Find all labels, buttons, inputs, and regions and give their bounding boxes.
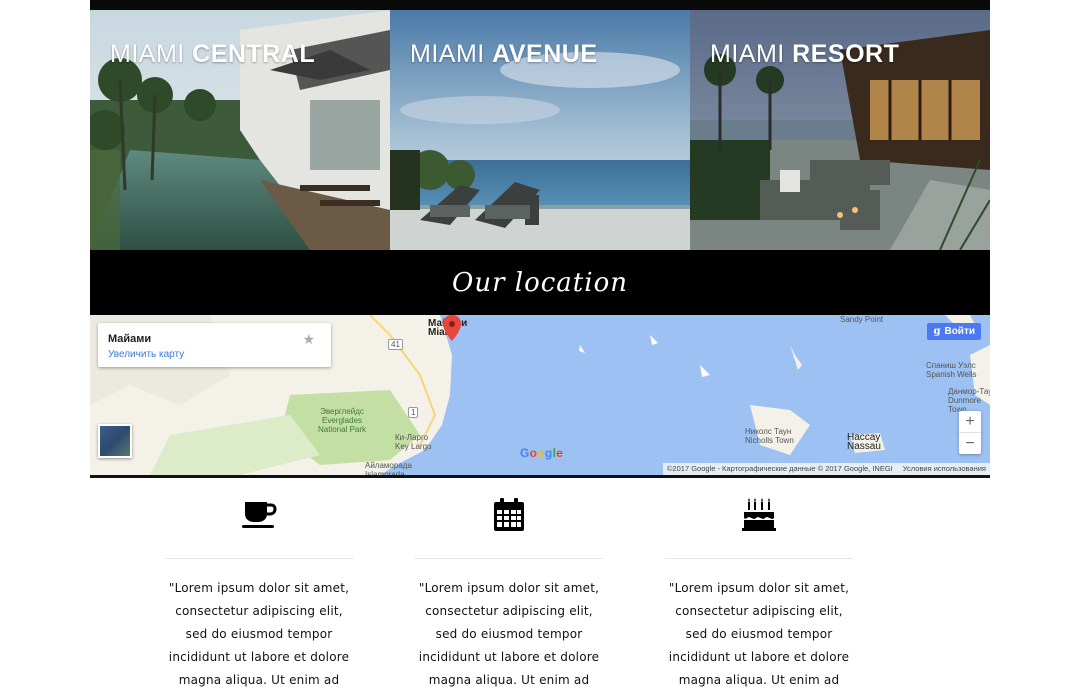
map-label-everglades: Эверглейдс Everglades National Park (318, 407, 367, 434)
road-shield-41: 41 (388, 339, 403, 350)
map-label-islamorada: Айламорада Islamorada (365, 461, 412, 478)
map-signin-button[interactable]: g Войти (927, 323, 981, 340)
hotel-name-label: RESORT (792, 40, 900, 68)
map-label-nicholls-town: Николс Таун Nicholls Town (745, 427, 794, 445)
terms-link[interactable]: Условия использования (903, 464, 986, 473)
hotel-name-label: AVENUE (492, 40, 598, 68)
zoom-in-button[interactable]: + (959, 411, 981, 432)
location-map[interactable]: Майами Miami Эверглейдс Everglades Natio… (90, 315, 990, 478)
enlarge-map-link[interactable]: Увеличить карту (108, 349, 184, 360)
road-shield-1: 1 (408, 407, 419, 418)
hotel-gallery: MIAMI CENTRAL MIAMI AVENUE MIAMI RESORT (90, 10, 990, 250)
calendar-icon (414, 498, 604, 538)
zoom-out-button[interactable]: − (959, 432, 981, 454)
map-attribution: ©2017 Google - Картографические данные ©… (662, 463, 990, 475)
feature-column-calendar: "Lorem ipsum dolor sit amet, consectetur… (414, 478, 604, 692)
google-g-icon: g (933, 326, 941, 337)
signin-label: Войти (944, 326, 975, 337)
hotel-avenue-title: MIAMI AVENUE (410, 40, 598, 69)
top-bar (90, 0, 990, 10)
save-star-icon[interactable]: ★ (302, 331, 315, 348)
feature-column-cake: "Lorem ipsum dolor sit amet, consectetur… (664, 478, 854, 692)
google-logo: Google (520, 446, 564, 460)
hotel-name-label: CENTRAL (192, 40, 316, 68)
hotel-card-resort[interactable]: MIAMI RESORT (690, 10, 990, 250)
coffee-cup-icon (164, 498, 354, 538)
hotel-resort-title: MIAMI RESORT (710, 40, 899, 69)
map-label-nassau: Нассау Nassau (847, 432, 881, 452)
map-label-sandy-point: Sandy Point (840, 315, 884, 324)
hotel-city-label: MIAMI (710, 40, 785, 68)
hotel-city-label: MIAMI (110, 40, 185, 68)
map-label-spanish-wells: Спаниш Уэлс Spanish Wells (926, 361, 977, 379)
feature-column-coffee: "Lorem ipsum dolor sit amet, consectetur… (164, 478, 354, 692)
feature-divider (665, 558, 853, 559)
location-heading-band: Our location (90, 250, 990, 315)
feature-divider (165, 558, 353, 559)
location-heading: Our location (452, 267, 628, 298)
map-zoom-control: + − (959, 411, 981, 454)
map-info-title: Майами (108, 333, 152, 345)
birthday-cake-icon (664, 498, 854, 538)
map-label-dunmore: Данмор-Таун Dunmore Town (948, 387, 990, 414)
hotel-central-title: MIAMI CENTRAL (110, 40, 315, 69)
map-pin-icon[interactable] (443, 315, 461, 341)
hotel-card-central[interactable]: MIAMI CENTRAL (90, 10, 390, 250)
attribution-text: ©2017 Google - Картографические данные ©… (666, 464, 893, 473)
satellite-toggle[interactable] (98, 424, 132, 458)
hotel-city-label: MIAMI (410, 40, 485, 68)
map-info-card: Майами Увеличить карту ★ (98, 323, 331, 367)
hotel-card-avenue[interactable]: MIAMI AVENUE (390, 10, 690, 250)
map-label-key-largo: Ки-Ларго Key Largo (395, 433, 432, 451)
page-wrapper: MIAMI CENTRAL MIAMI AVENUE MIAMI RESORT … (90, 0, 990, 478)
feature-divider (415, 558, 603, 559)
